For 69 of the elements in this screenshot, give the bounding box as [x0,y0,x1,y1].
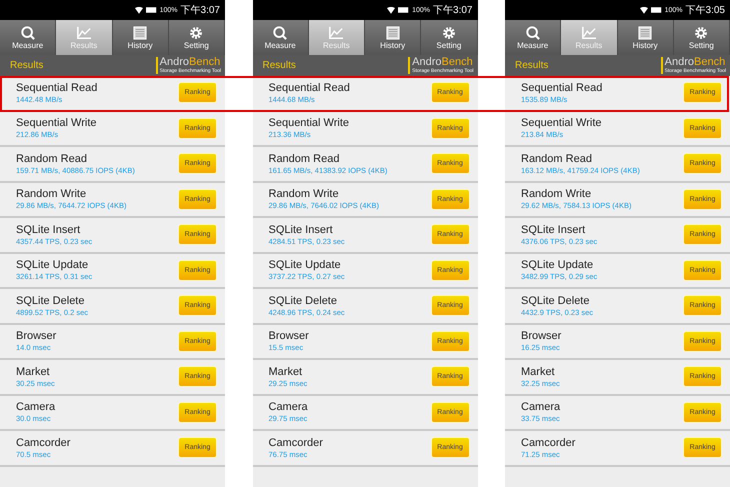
status-time: 下午3:07 [433,4,472,17]
tab[interactable]: History [112,20,169,55]
section-title: Results [10,60,44,71]
benchmark-name: Market [521,364,556,379]
tab[interactable]: Setting [421,20,478,55]
battery-icon [650,7,662,13]
settings-icon [188,26,204,40]
chart-icon [328,26,344,40]
benchmark-name: Browser [16,329,56,344]
settings-icon [693,26,710,40]
benchmark-name: Camcorder [521,436,576,450]
chart-icon [580,26,597,40]
benchmark-name: SQLite Delete [16,294,86,308]
status-time: 下午3:07 [180,4,220,17]
benchmark-name: Camera [268,400,308,414]
benchmark-name: SQLite Insert [16,222,82,237]
list-icon [132,26,148,40]
benchmark-name: Sequential Write [521,116,602,130]
wifi-icon [134,6,143,14]
wifi-icon [387,6,396,14]
list-icon [637,26,654,40]
benchmark-name: Camcorder [268,436,323,450]
benchmark-name: Random Read [268,152,340,166]
benchmark-name: Sequential Write [16,116,97,130]
benchmark-name: Market [268,364,304,379]
benchmark-name: Sequential Read [16,80,98,95]
benchmark-name: SQLite Delete [521,294,590,308]
benchmark-name: Sequential Read [521,80,602,95]
app-logo: AndroBench [664,57,726,68]
tab[interactable]: History [618,20,674,55]
settings-icon [440,26,457,40]
list-icon [384,26,401,40]
benchmark-name: Camcorder [16,436,70,450]
chart-icon [76,26,92,40]
benchmark-name: Sequential Read [268,80,350,95]
benchmark-name: Random Write [521,187,592,202]
benchmark-name: SQLite Update [521,258,594,272]
benchmark-name: Random Read [521,152,593,166]
tab[interactable]: Setting [674,20,730,55]
battery-icon [398,7,410,13]
benchmark-name: Camera [521,400,560,414]
benchmark-name: Random Write [268,187,340,202]
tab[interactable]: Setting [168,20,225,55]
benchmark-name: Browser [268,329,309,344]
battery-icon [146,7,157,13]
wifi-icon [640,6,648,14]
status-time: 下午3:05 [686,4,725,17]
benchmark-name: Camera [16,400,56,414]
tab[interactable]: History [365,20,422,55]
benchmark-name: Browser [521,329,562,344]
benchmark-name: Market [16,364,51,379]
benchmark-name: SQLite Update [16,258,90,272]
tab[interactable]: Measure [0,20,56,55]
benchmark-name: Random Write [16,187,88,202]
tab[interactable]: Measure [505,20,562,55]
section-title: Results [515,60,548,71]
app-logo: AndroBench [412,57,473,68]
app-logo: AndroBench [160,57,220,68]
search-icon [272,26,288,40]
benchmark-name: SQLite Update [268,258,342,272]
benchmark-name: SQLite Insert [268,222,334,237]
benchmark-name: SQLite Insert [521,222,586,237]
search-icon [20,26,36,40]
section-title: Results [262,60,296,71]
benchmark-name: SQLite Delete [268,294,338,308]
search-icon [524,26,541,40]
tab[interactable]: Measure [252,20,309,55]
benchmark-name: Sequential Write [268,116,350,130]
benchmark-name: Random Read [16,152,88,166]
